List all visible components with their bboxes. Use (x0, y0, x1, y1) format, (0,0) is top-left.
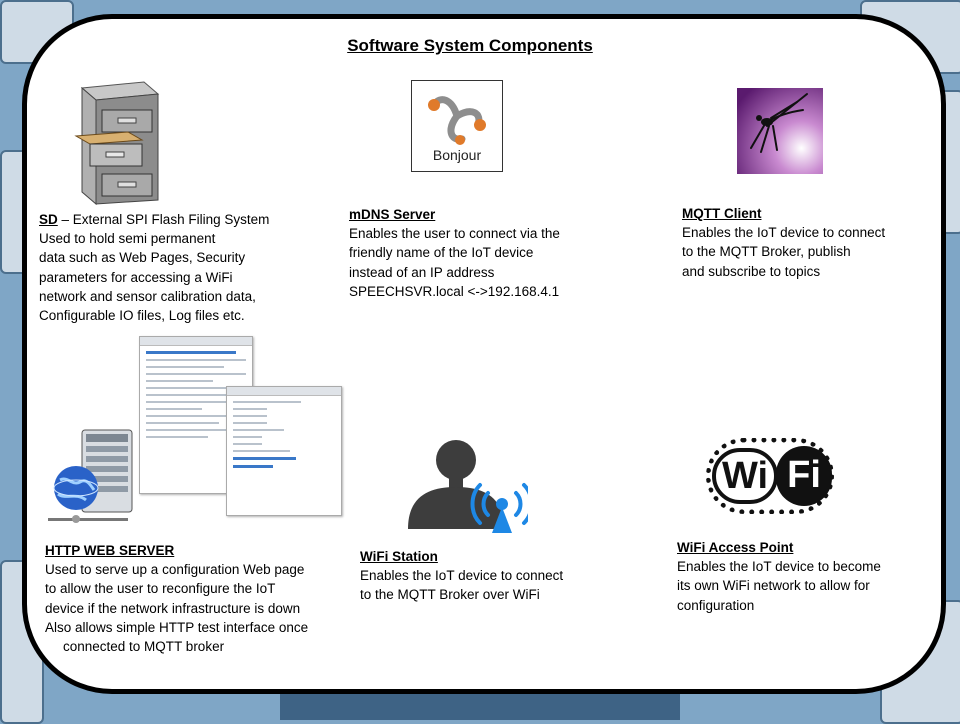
speech-page-screenshot (226, 386, 342, 516)
mqtt-line: and subscribe to topics (682, 263, 821, 279)
wifi-logo-left: Wi (712, 448, 778, 504)
station-line: Enables the IoT device to connect (360, 568, 564, 584)
mdns-line: SPEECHSVR.local <->192.168.4.1 (349, 283, 560, 299)
bonjour-logo-text: Bonjour (432, 147, 482, 163)
ap-line: configuration (677, 597, 755, 613)
mdns-line: Enables the user to connect via the (349, 226, 560, 242)
http-line: connected to MQTT broker (63, 639, 225, 655)
sd-line: parameters for accessing a WiFi (39, 269, 233, 285)
sd-heading-rest: – External SPI Flash Filing System (57, 212, 270, 227)
sd-line: network and sensor calibration data, (39, 288, 256, 304)
sd-line: data such as Web Pages, Security (39, 250, 246, 266)
http-line: Used to serve up a configuration Web pag… (45, 562, 305, 578)
wifi-logo-right: Fi (776, 446, 832, 506)
slide-title: Software System Components (347, 36, 593, 55)
http-line: Also allows simple HTTP test interface o… (45, 619, 309, 635)
background-bar (280, 694, 680, 720)
sd-heading: SD (39, 212, 58, 227)
bonjour-logo: Bonjour (411, 80, 503, 172)
mqtt-heading: MQTT Client (682, 206, 762, 221)
mqtt-line: to the MQTT Broker, publish (682, 244, 851, 260)
mdns-line: instead of an IP address (349, 264, 495, 280)
station-line: to the MQTT Broker over WiFi (360, 587, 540, 603)
mdns-heading: mDNS Server (349, 207, 436, 222)
sd-line: Used to hold semi permanent (39, 231, 216, 247)
filing-cabinet-icon (74, 81, 160, 205)
http-description: HTTP WEB SERVER Used to serve up a confi… (45, 541, 308, 656)
mqtt-line: Enables the IoT device to connect (682, 225, 886, 241)
mqtt-description: MQTT Client Enables the IoT device to co… (682, 204, 885, 281)
station-heading: WiFi Station (360, 549, 438, 564)
ap-heading: WiFi Access Point (677, 540, 794, 555)
mdns-line: friendly name of the IoT device (349, 245, 534, 261)
station-description: WiFi Station Enables the IoT device to c… (360, 547, 563, 605)
http-line: to allow the user to reconfigure the IoT (45, 581, 276, 597)
ap-line: its own WiFi network to allow for (677, 578, 870, 594)
wifi-logo: Wi Fi (706, 434, 836, 518)
mosquitto-logo (737, 88, 823, 174)
http-heading: HTTP WEB SERVER (45, 543, 175, 558)
sd-description: SD – External SPI Flash Filing System Us… (39, 210, 269, 325)
sd-line: Configurable IO files, Log files etc. (39, 308, 245, 324)
bonjour-propeller-icon (428, 96, 486, 145)
ap-description: WiFi Access Point Enables the IoT device… (677, 538, 881, 615)
user-antenna-icon (408, 440, 528, 533)
mdns-description: mDNS Server Enables the user to connect … (349, 205, 560, 301)
ap-line: Enables the IoT device to become (677, 559, 881, 575)
http-line: device if the network infrastructure is … (45, 600, 301, 616)
server-tower-icon (48, 429, 133, 523)
